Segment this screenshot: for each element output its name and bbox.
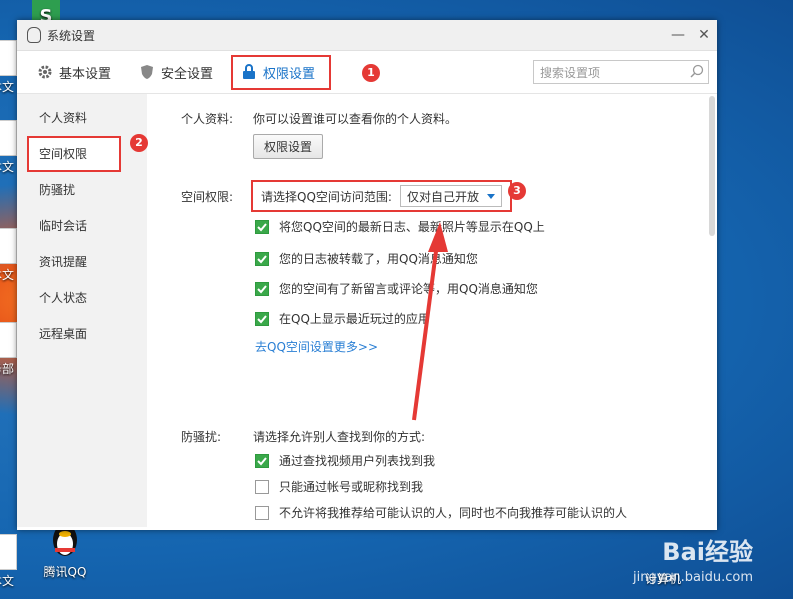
annotation-arrow	[412, 222, 448, 421]
annotation-badge-1: 1	[362, 64, 380, 82]
annotation-badge-3: 3	[508, 182, 526, 200]
annotation-badge-2: 2	[130, 134, 148, 152]
